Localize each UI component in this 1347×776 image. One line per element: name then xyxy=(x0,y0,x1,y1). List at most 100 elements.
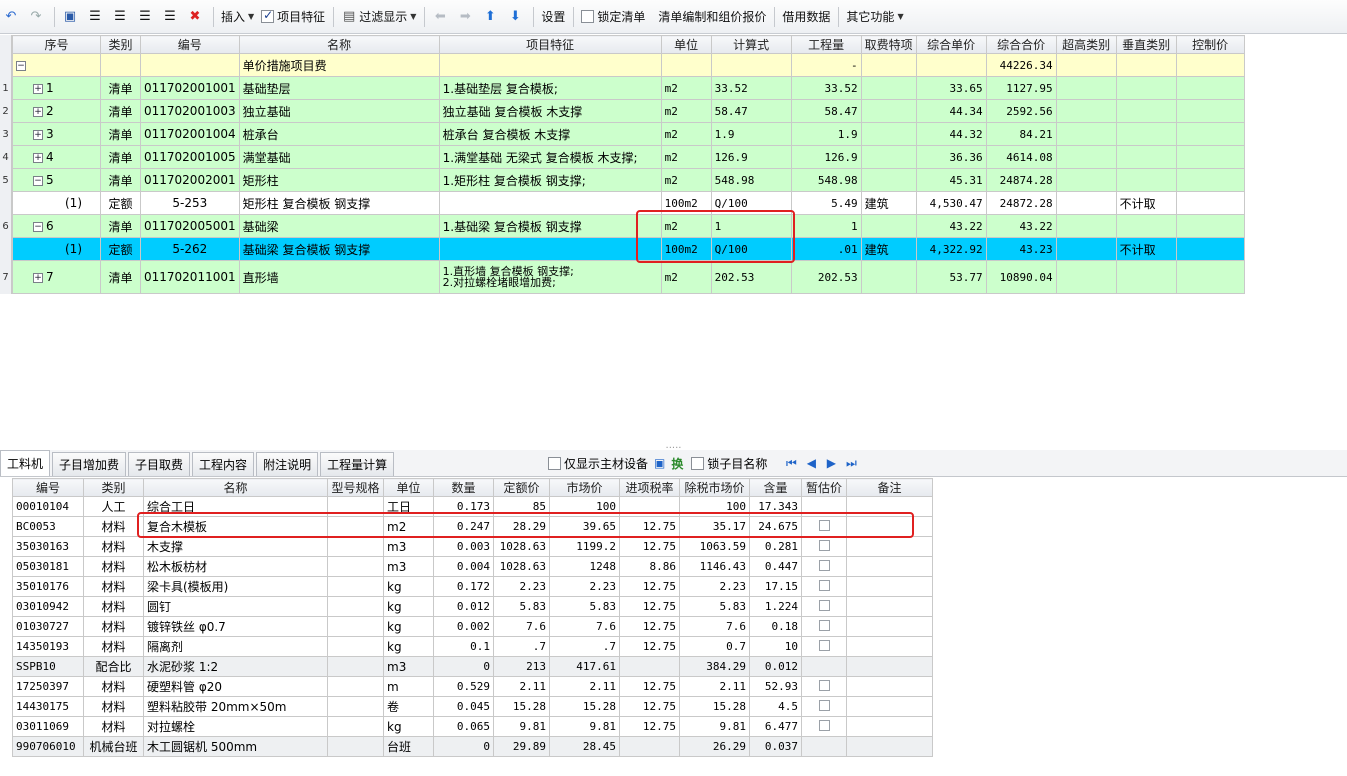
material-type-cell[interactable]: 人工 xyxy=(83,496,144,517)
estimate-checkbox[interactable] xyxy=(818,679,830,691)
move-up-button[interactable]: ⬆ xyxy=(479,4,503,30)
content-cell[interactable]: 0.18 xyxy=(749,616,802,637)
type-cell[interactable]: 清单 xyxy=(100,260,141,294)
remark-cell[interactable] xyxy=(846,556,933,577)
name-cell[interactable]: 单价措施项目费 xyxy=(238,53,440,77)
net-market-price-cell[interactable]: 1063.59 xyxy=(679,536,750,557)
fee-item-cell[interactable]: 建筑 xyxy=(860,237,917,261)
super-height-cell[interactable] xyxy=(1055,237,1117,261)
main-only-checkbox[interactable] xyxy=(548,456,561,470)
material-name-cell[interactable]: 镀锌铁丝 φ0.7 xyxy=(143,616,328,637)
lock-name-checkbox[interactable] xyxy=(691,456,705,470)
lower-col-header[interactable]: 名称 xyxy=(143,478,328,497)
estimate-checkbox[interactable] xyxy=(818,559,830,571)
material-spec-cell[interactable] xyxy=(327,656,384,677)
upper-col-header[interactable]: 类别 xyxy=(100,35,141,54)
lower-col-header[interactable]: 单位 xyxy=(383,478,434,497)
expand-icon[interactable]: + xyxy=(33,83,43,94)
compile-quote-button[interactable]: 清单编制和组价报价 xyxy=(655,4,769,30)
net-market-price-cell[interactable]: 15.28 xyxy=(679,696,750,717)
code-cell[interactable] xyxy=(140,53,240,77)
lock-list-toggle[interactable]: 锁定清单 xyxy=(578,4,648,30)
delete-button[interactable]: ✖ xyxy=(184,4,208,30)
upper-col-header[interactable]: 名称 xyxy=(238,35,440,54)
material-type-cell[interactable]: 材料 xyxy=(83,576,144,597)
estimate-cell[interactable] xyxy=(801,656,847,677)
material-unit-cell[interactable]: kg xyxy=(383,596,434,617)
type-cell[interactable]: 清单 xyxy=(100,122,141,146)
bill-row[interactable]: +7 清单 011702011001 直形墙 1.直形墙 复合模板 钢支撑; 2.对拉螺栓… xyxy=(12,260,1245,294)
code-cell[interactable]: 011702001003 xyxy=(140,99,240,123)
upper-col-header[interactable]: 取费特项 xyxy=(860,35,917,54)
vertical-cell[interactable] xyxy=(1115,122,1177,146)
vertical-cell[interactable] xyxy=(1115,214,1177,238)
unit-cell[interactable]: m2 xyxy=(660,145,712,169)
estimate-checkbox[interactable] xyxy=(818,619,830,631)
fee-item-cell[interactable] xyxy=(860,99,917,123)
name-cell[interactable]: 基础梁 xyxy=(238,214,440,238)
estimate-cell[interactable] xyxy=(801,696,847,717)
material-type-cell[interactable]: 配合比 xyxy=(83,656,144,677)
tab-extra-fee[interactable]: 子目增加费 xyxy=(52,452,127,476)
quota-row[interactable]: (1) 定额 5-262 基础梁 复合模板 钢支撑 100m2 Q/100.01 建筑 4,3… xyxy=(12,237,1245,261)
material-row[interactable]: 01030727 材料 镀锌铁丝 φ0.7 kg 0.002 7.6 7.6 12.75 7.6… xyxy=(12,616,933,637)
total-price-cell[interactable]: 4614.08 xyxy=(985,145,1057,169)
super-height-cell[interactable] xyxy=(1055,53,1117,77)
row-number[interactable] xyxy=(0,238,12,261)
type-cell[interactable]: 定额 xyxy=(100,191,141,215)
estimate-cell[interactable] xyxy=(801,556,847,577)
unit-price-cell[interactable]: 4,322.92 xyxy=(915,237,987,261)
quota-row[interactable]: (1) 定额 5-253 矩形柱 复合模板 钢支撑 100m2 Q/100 5.49 建筑 4,… xyxy=(12,191,1245,215)
estimate-cell[interactable] xyxy=(801,676,847,697)
remark-cell[interactable] xyxy=(846,676,933,697)
quota-price-cell[interactable]: 1028.63 xyxy=(493,556,550,577)
quota-price-cell[interactable]: 2.11 xyxy=(493,676,550,697)
type-cell[interactable]: 清单 xyxy=(100,145,141,169)
quota-price-cell[interactable]: 1028.63 xyxy=(493,536,550,557)
control-price-cell[interactable] xyxy=(1175,53,1245,77)
quota-price-cell[interactable]: 213 xyxy=(493,656,550,677)
total-price-cell[interactable]: 43.23 xyxy=(985,237,1057,261)
material-spec-cell[interactable] xyxy=(327,616,384,637)
super-height-cell[interactable] xyxy=(1055,191,1117,215)
estimate-checkbox[interactable] xyxy=(818,719,830,731)
estimate-cell[interactable] xyxy=(801,596,847,617)
super-height-cell[interactable] xyxy=(1055,99,1117,123)
vertical-cell[interactable] xyxy=(1115,76,1177,100)
material-name-cell[interactable]: 对拉螺栓 xyxy=(143,716,328,737)
material-unit-cell[interactable]: m3 xyxy=(383,656,434,677)
tab-work-content[interactable]: 工程内容 xyxy=(192,452,255,476)
expand-icon[interactable]: + xyxy=(33,152,43,163)
collapse-icon[interactable]: − xyxy=(33,175,43,186)
unit-cell[interactable]: m2 xyxy=(660,76,712,100)
undo-button[interactable]: ↶ xyxy=(0,4,24,30)
lower-col-header[interactable]: 型号规格 xyxy=(327,478,384,497)
quantity-cell[interactable]: 33.52 xyxy=(790,76,862,100)
upper-col-header[interactable]: 综合合价 xyxy=(985,35,1057,54)
borrow-data-button[interactable]: 借用数据 xyxy=(779,4,833,30)
material-code-cell[interactable]: SSPB10 xyxy=(12,656,84,677)
name-cell[interactable]: 满堂基础 xyxy=(238,145,440,169)
super-height-cell[interactable] xyxy=(1055,168,1117,192)
unit-price-cell[interactable]: 44.32 xyxy=(915,122,987,146)
tab-notes[interactable]: 附注说明 xyxy=(256,452,319,476)
content-cell[interactable]: 10 xyxy=(749,636,802,657)
last-record-icon[interactable]: ⏭ xyxy=(841,456,861,471)
collapse-icon[interactable]: − xyxy=(33,221,43,232)
material-spec-cell[interactable] xyxy=(327,596,384,617)
market-price-cell[interactable]: 2.11 xyxy=(549,676,620,697)
lower-col-header[interactable]: 除税市场价 xyxy=(679,478,750,497)
feature-cell[interactable] xyxy=(438,237,662,261)
feature-cell[interactable] xyxy=(438,53,662,77)
material-name-cell[interactable]: 木工圆锯机 500mm xyxy=(143,736,328,757)
redo-button[interactable]: ↷ xyxy=(25,4,49,30)
market-price-cell[interactable]: 5.83 xyxy=(549,596,620,617)
quantity-cell[interactable]: 5.49 xyxy=(790,191,862,215)
unit-price-cell[interactable]: 44.34 xyxy=(915,99,987,123)
material-qty-cell[interactable]: 0.172 xyxy=(433,576,494,597)
formula-cell[interactable]: 548.98 xyxy=(710,168,792,192)
name-cell[interactable]: 桩承台 xyxy=(238,122,440,146)
bill-row[interactable]: +1 清单 011702001001 基础垫层 1.基础垫层 复合模板; m2 33.52 3… xyxy=(12,76,1245,100)
feature-cell[interactable]: 独立基础 复合模板 木支撑 xyxy=(438,99,662,123)
total-price-cell[interactable]: 24872.28 xyxy=(985,191,1057,215)
